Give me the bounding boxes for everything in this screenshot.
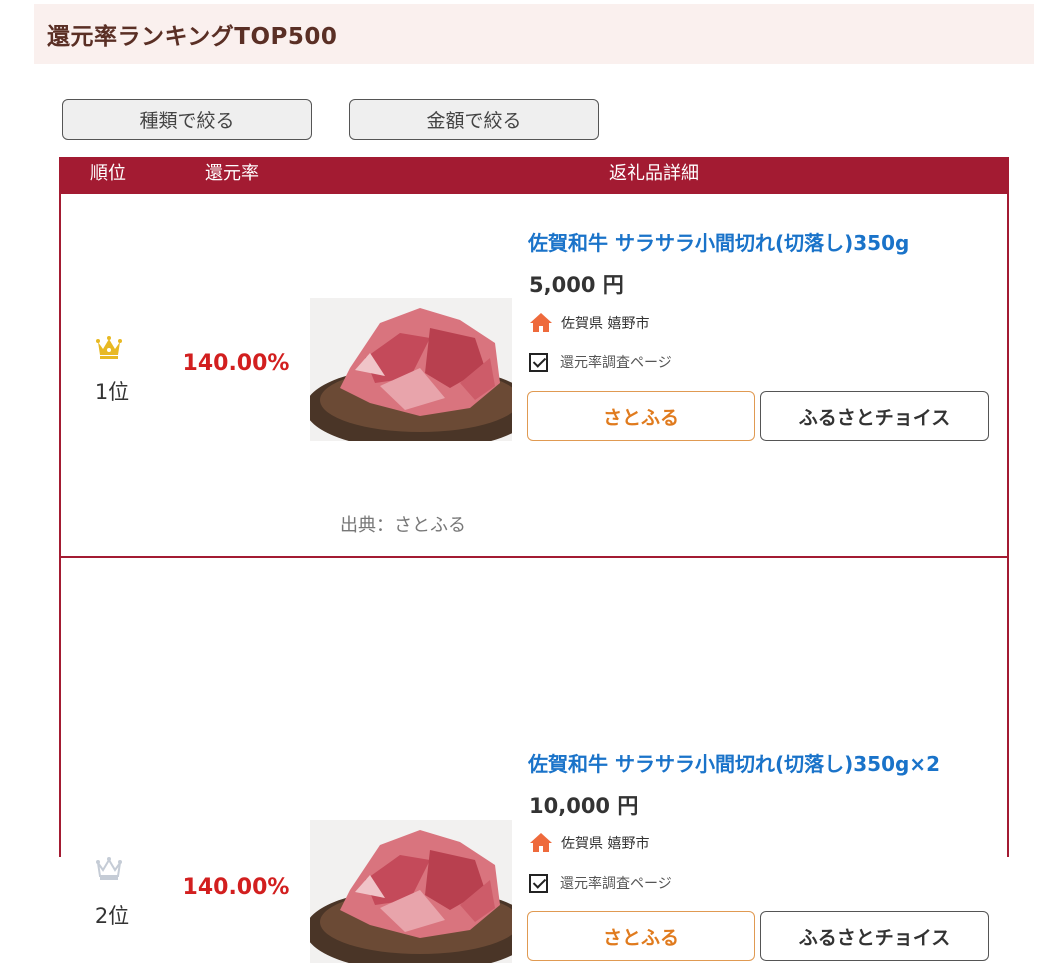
checkbox-icon [529,352,548,372]
crown-icon [96,336,122,359]
product-location: 佐賀県 嬉野市 [529,832,649,853]
product-location: 佐賀県 嬉野市 [529,312,649,333]
satofull-button[interactable]: さとふる [527,391,755,441]
home-icon [530,833,552,852]
product-image[interactable] [310,820,512,963]
furusato-choice-button[interactable]: ふるさとチョイス [760,391,989,441]
location-label: 佐賀県 嬉野市 [561,315,650,332]
survey-page-link[interactable]: 還元率調査ページ [529,352,672,372]
product-title-link[interactable]: 佐賀和牛 サラサラ小間切れ(切落し)350g [528,227,909,256]
rank-label: 2位 [94,904,130,928]
crown-shape [98,339,120,355]
home-icon [530,313,552,332]
rank-label: 1位 [94,380,130,404]
table-row: 1位 140.00% 佐賀和牛 サラサラ小間切れ(切落し)350g 5,000 … [61,194,1007,558]
ranking-table: 順位 還元率 返礼品詳細 1位 140.00% 佐賀和牛 サラサラ小間切れ(切落… [59,157,1009,963]
checkbox-icon [529,873,548,893]
return-rate: 140.00% [182,351,290,376]
header-rate: 還元率 [205,163,259,184]
return-rate: 140.00% [182,875,290,900]
survey-page-link[interactable]: 還元率調査ページ [529,873,672,893]
product-title-link[interactable]: 佐賀和牛 サラサラ小間切れ(切落し)350g×2 [528,748,940,777]
survey-label: 還元率調査ページ [560,876,672,892]
source-credit: 出典：さとふる [340,515,466,536]
crown-icon [96,857,122,880]
table-row: 2位 140.00% 佐賀和牛 サラサラ小間切れ(切落し)350g×2 10,0… [61,558,1007,963]
header-rank: 順位 [90,163,126,184]
filter-by-type-button[interactable]: 種類で絞る [62,99,312,140]
product-price: 10,000 円 [529,794,639,818]
survey-label: 還元率調査ページ [560,355,672,371]
product-price: 5,000 円 [529,273,624,297]
satofull-button[interactable]: さとふる [527,911,755,961]
location-label: 佐賀県 嬉野市 [561,835,650,852]
filter-by-amount-button[interactable]: 金額で絞る [349,99,599,140]
page-heading: 還元率ランキングTOP500 [34,4,1034,64]
header-detail: 返礼品詳細 [609,163,699,184]
furusato-choice-button[interactable]: ふるさとチョイス [760,911,989,961]
product-image[interactable] [310,298,512,441]
table-header: 順位 還元率 返礼品詳細 [61,157,1007,194]
